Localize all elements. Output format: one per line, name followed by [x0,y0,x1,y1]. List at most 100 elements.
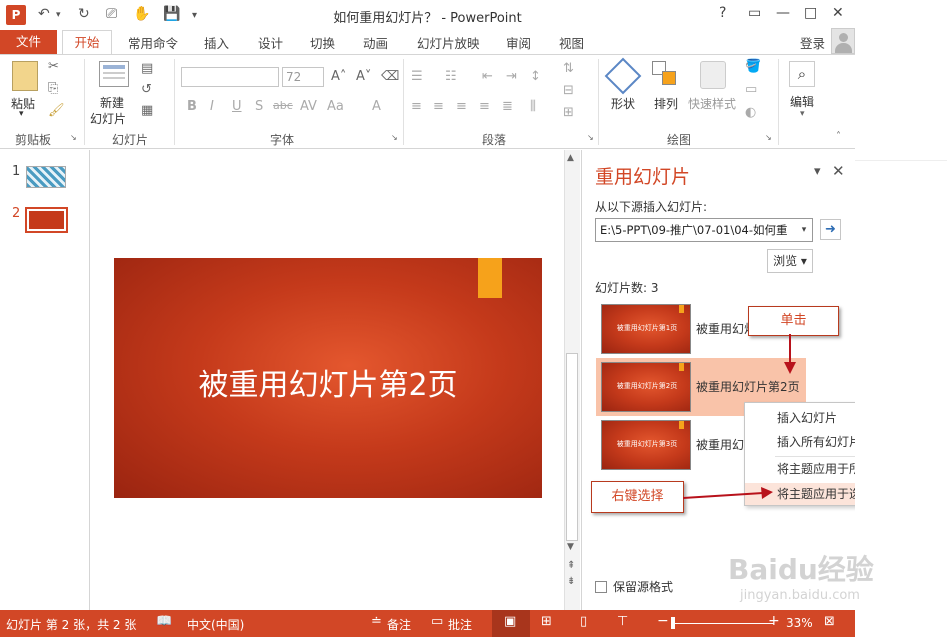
copy-icon[interactable]: ⎘ [48,81,58,96]
tab-animations[interactable]: 动画 [363,33,388,52]
notes-icon[interactable]: ≐ [371,614,382,629]
shapes-label[interactable]: 形状 [611,95,635,112]
line-spacing-icon[interactable]: ↕ [530,69,541,84]
reading-view-icon[interactable]: ▯ [580,614,587,629]
underline-button[interactable]: U [232,99,242,114]
new-slide-icon[interactable] [99,61,129,87]
grow-font-icon[interactable]: A˄ [331,69,346,84]
tab-common-commands[interactable]: 常用命令 [128,33,178,52]
maximize-button[interactable]: □ [804,5,817,21]
tab-home[interactable]: 开始 [62,30,112,54]
tab-transitions[interactable]: 切换 [310,33,335,52]
normal-view-button[interactable]: ▣ [492,610,530,637]
tab-insert[interactable]: 插入 [204,33,229,52]
strikethrough-button[interactable]: abc [273,99,293,112]
comments-icon[interactable]: ▭ [431,614,443,629]
align-center-icon[interactable]: ≡ [433,99,444,114]
pane-close-button[interactable]: ✕ [832,162,845,180]
bold-button[interactable]: B [187,99,197,114]
increase-indent-icon[interactable]: ⇥ [506,69,517,84]
section-icon[interactable]: ▦ [141,103,153,118]
columns-icon[interactable]: ⫼ [530,99,536,114]
zoom-out-button[interactable]: − [657,613,669,629]
paste-dropdown-icon[interactable]: ▾ [19,109,24,119]
zoom-in-button[interactable]: + [768,613,780,629]
minimize-button[interactable]: — [776,5,790,21]
keep-source-format-checkbox[interactable]: 保留源格式 [595,578,673,595]
close-button[interactable]: ✕ [832,5,844,21]
language-indicator[interactable]: 中文(中国) [187,616,244,633]
text-direction-icon[interactable]: ⇅ [563,61,574,76]
help-button[interactable]: ? [719,5,726,21]
slide-sorter-icon[interactable]: ⊞ [541,614,552,629]
current-slide[interactable]: 被重用幻灯片第2页 [114,258,542,498]
vertical-scrollbar[interactable]: ▲ ▼ ⇞ ⇟ [564,150,580,610]
numbering-icon[interactable]: ☷ [445,69,457,84]
new-slide-label-1[interactable]: 新建 [100,94,124,111]
reset-icon[interactable]: ↺ [141,82,152,97]
decrease-indent-icon[interactable]: ⇤ [482,69,493,84]
layout-icon[interactable]: ▤ [141,61,153,76]
paste-icon[interactable] [12,61,38,91]
clipboard-launcher-icon[interactable]: ↘ [70,133,77,142]
tab-view[interactable]: 视图 [559,33,584,52]
smartart-icon[interactable]: ⊞ [563,105,574,120]
zoom-slider-thumb[interactable] [671,617,675,629]
distributed-icon[interactable]: ≣ [502,99,513,114]
arrange-label[interactable]: 排列 [654,95,678,112]
source-path-combo[interactable]: E:\5-PPT\09-推广\07-01\04-如何重 ▾ [595,218,813,242]
slide-title[interactable]: 被重用幻灯片第2页 [114,360,542,404]
shrink-font-icon[interactable]: A˅ [356,69,371,84]
justify-icon[interactable]: ≡ [479,99,490,114]
char-spacing-icon[interactable]: AV [300,99,317,114]
scrollbar-thumb[interactable] [566,353,578,541]
quick-styles-icon[interactable] [700,61,726,89]
shape-outline-icon[interactable]: ▭ [745,82,757,97]
bullets-icon[interactable]: ☰ [411,69,423,84]
change-case-icon[interactable]: Aa [327,99,344,114]
tab-file[interactable]: 文件 [0,30,57,54]
spell-check-icon[interactable]: 📖 [156,614,172,629]
avatar[interactable] [831,28,855,54]
scroll-up-icon[interactable]: ▲ [567,153,574,163]
login-link[interactable]: 登录 [800,33,825,52]
cut-icon[interactable]: ✂ [48,59,59,74]
align-right-icon[interactable]: ≡ [456,99,467,114]
shapes-icon[interactable] [604,57,642,95]
collapse-ribbon-icon[interactable]: ˄ [836,131,841,142]
fit-slide-icon[interactable]: ⊠ [824,614,835,629]
font-launcher-icon[interactable]: ↘ [391,133,398,142]
path-dropdown-icon[interactable]: ▾ [796,219,812,241]
shape-effects-icon[interactable]: ◐ [745,105,756,120]
italic-button[interactable]: I [210,99,214,114]
find-binoculars-icon[interactable]: ⌕ [789,61,815,87]
slide-thumbnail-2[interactable] [25,207,68,233]
comments-button[interactable]: 批注 [448,616,472,633]
previous-slide-icon[interactable]: ⇞ [567,560,575,571]
new-slide-label-2[interactable]: 幻灯片 [90,110,126,127]
tab-review[interactable]: 审阅 [506,33,531,52]
slide-thumbnail-1[interactable] [26,166,66,188]
align-left-icon[interactable]: ≡ [411,99,422,114]
font-color-icon[interactable]: A [372,99,381,114]
editing-label[interactable]: 编辑 [790,93,814,110]
zoom-slider[interactable] [672,623,774,624]
editing-dropdown-icon[interactable]: ▾ [800,109,805,119]
shape-fill-icon[interactable]: 🪣 [745,59,761,74]
shadow-button[interactable]: S [255,99,263,114]
align-text-icon[interactable]: ⊟ [563,83,574,98]
zoom-level[interactable]: 33% [786,616,813,630]
notes-button[interactable]: 备注 [387,616,411,633]
format-painter-icon[interactable]: 🖌 [48,103,65,118]
font-size-combo[interactable]: 72 [282,67,324,87]
drawing-launcher-icon[interactable]: ↘ [765,133,772,142]
quick-styles-label[interactable]: 快速样式 [688,95,736,112]
scroll-down-icon[interactable]: ▼ [567,542,574,552]
go-arrow-button[interactable]: ➜ [820,219,841,240]
next-slide-icon[interactable]: ⇟ [567,576,575,587]
tab-design[interactable]: 设计 [258,33,283,52]
paragraph-launcher-icon[interactable]: ↘ [587,133,594,142]
font-name-combo[interactable] [181,67,279,87]
pane-options-icon[interactable]: ▾ [814,164,821,179]
clear-formatting-icon[interactable]: ⌫ [381,69,399,84]
